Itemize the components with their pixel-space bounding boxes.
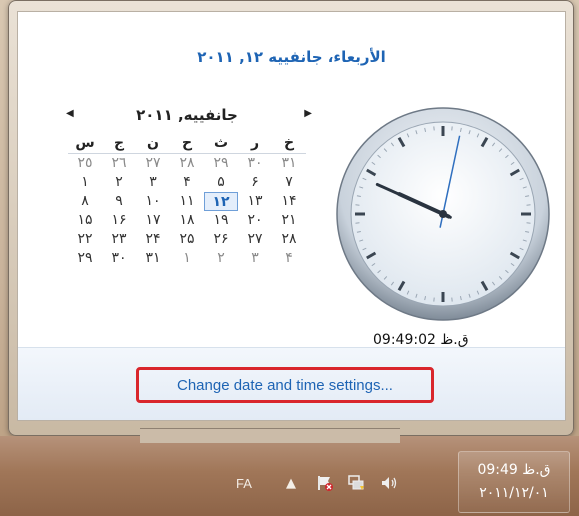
day-cell[interactable]: ٢٠ [238,211,272,230]
day-cell[interactable]: ٢٢ [68,230,102,249]
weekday-header: ر [238,134,272,154]
weekday-header: خ [272,134,306,154]
clock-face-icon [336,107,550,321]
language-indicator[interactable]: FA [236,476,252,491]
calendar-popup: الأربعاء، جانفييه ١٢, ٢٠١١ ◀ جانفييه, ٢٠… [17,11,566,421]
day-cell[interactable]: ٢٨ [170,154,204,173]
month-calendar: ◀ جانفييه, ٢٠١١ ▶ س ج ن ح ث ر خ ٢٥ ٢٦ ٢٧ ٢٨ ٢٩ ٣٠ ٣١ ١… [42,104,332,268]
taskbar-strip [140,428,400,443]
day-cell[interactable]: ١۵ [68,211,102,230]
weekday-header: ج [102,134,136,154]
day-cell[interactable]: ٢۴ [136,230,170,249]
day-cell[interactable]: ٣ [136,173,170,192]
volume-icon[interactable] [378,472,400,494]
day-cell[interactable]: ٢۵ [170,230,204,249]
change-settings-link-highlight: Change date and time settings... [136,367,434,403]
day-cell[interactable]: ٧ [272,173,306,192]
taskbar-date: ٢٠١١/١٢/٠١ [479,485,549,501]
analog-clock [332,103,554,325]
day-cell[interactable]: ٢ [204,249,238,268]
day-cell[interactable]: ٣١ [272,154,306,173]
calendar-grid: س ج ن ح ث ر خ ٢٥ ٢٦ ٢٧ ٢٨ ٢٩ ٣٠ ٣١ ١ ٢ ٣ ۴ ۵ ۶ ٧ ٨ ٩ ١٠ ١١ ١٢ ١٣ ١۴… [42,134,332,268]
day-cell[interactable]: ۴ [272,249,306,268]
day-cell[interactable]: ٣١ [136,249,170,268]
taskbar-clock[interactable]: ق.ظ 09:49 ٢٠١١/١٢/٠١ [458,451,570,513]
taskbar-time: ق.ظ 09:49 [477,462,551,478]
weekday-header: ث [204,134,238,154]
weekday-header: ح [170,134,204,154]
day-cell[interactable]: ١٧ [136,211,170,230]
selected-day-cell[interactable]: ١٢ [204,192,238,211]
day-cell[interactable]: ۶ [238,173,272,192]
day-cell[interactable]: ١١ [170,192,204,211]
show-hidden-icons-icon[interactable]: ▲ [280,472,302,494]
day-cell[interactable]: ٢٧ [136,154,170,173]
day-cell[interactable]: ٢١ [272,211,306,230]
weekday-header: ن [136,134,170,154]
day-cell[interactable]: ١٩ [204,211,238,230]
weekday-header: س [68,134,102,154]
day-cell[interactable]: ١۴ [272,192,306,211]
day-cell[interactable]: ٩ [102,192,136,211]
next-month-icon[interactable]: ▶ [304,108,312,119]
day-cell[interactable]: ١٣ [238,192,272,211]
day-cell[interactable]: ١٠ [136,192,170,211]
day-cell[interactable]: ۵ [204,173,238,192]
day-cell[interactable]: ٣٠ [238,154,272,173]
day-cell[interactable]: ٢٦ [102,154,136,173]
day-cell[interactable]: ۴ [170,173,204,192]
digital-time: ق.ظ 09:49:02 [373,332,469,348]
day-cell[interactable]: ٣ [238,249,272,268]
change-date-time-settings-link[interactable]: Change date and time settings... [177,377,393,394]
action-center-flag-icon[interactable] [314,472,336,494]
popup-footer: Change date and time settings... [18,347,565,420]
day-cell[interactable]: ٢ [102,173,136,192]
day-cell[interactable]: ٢٥ [68,154,102,173]
day-cell[interactable]: ١٨ [170,211,204,230]
day-cell[interactable]: ٢۶ [204,230,238,249]
day-cell[interactable]: ١ [170,249,204,268]
day-cell[interactable]: ١ [68,173,102,192]
day-cell[interactable]: ٣٠ [102,249,136,268]
month-title[interactable]: جانفييه, ٢٠١١ [42,106,332,124]
day-cell[interactable]: ٢٣ [102,230,136,249]
day-cell[interactable]: ١۶ [102,211,136,230]
calendar-header: ◀ جانفييه, ٢٠١١ ▶ [42,104,332,128]
long-date-title[interactable]: الأربعاء، جانفييه ١٢, ٢٠١١ [18,48,565,66]
network-icon[interactable] [346,472,368,494]
day-cell[interactable]: ٢٧ [238,230,272,249]
day-cell[interactable]: ٨ [68,192,102,211]
day-cell[interactable]: ٢٩ [68,249,102,268]
day-cell[interactable]: ٢٩ [204,154,238,173]
day-cell[interactable]: ٢٨ [272,230,306,249]
